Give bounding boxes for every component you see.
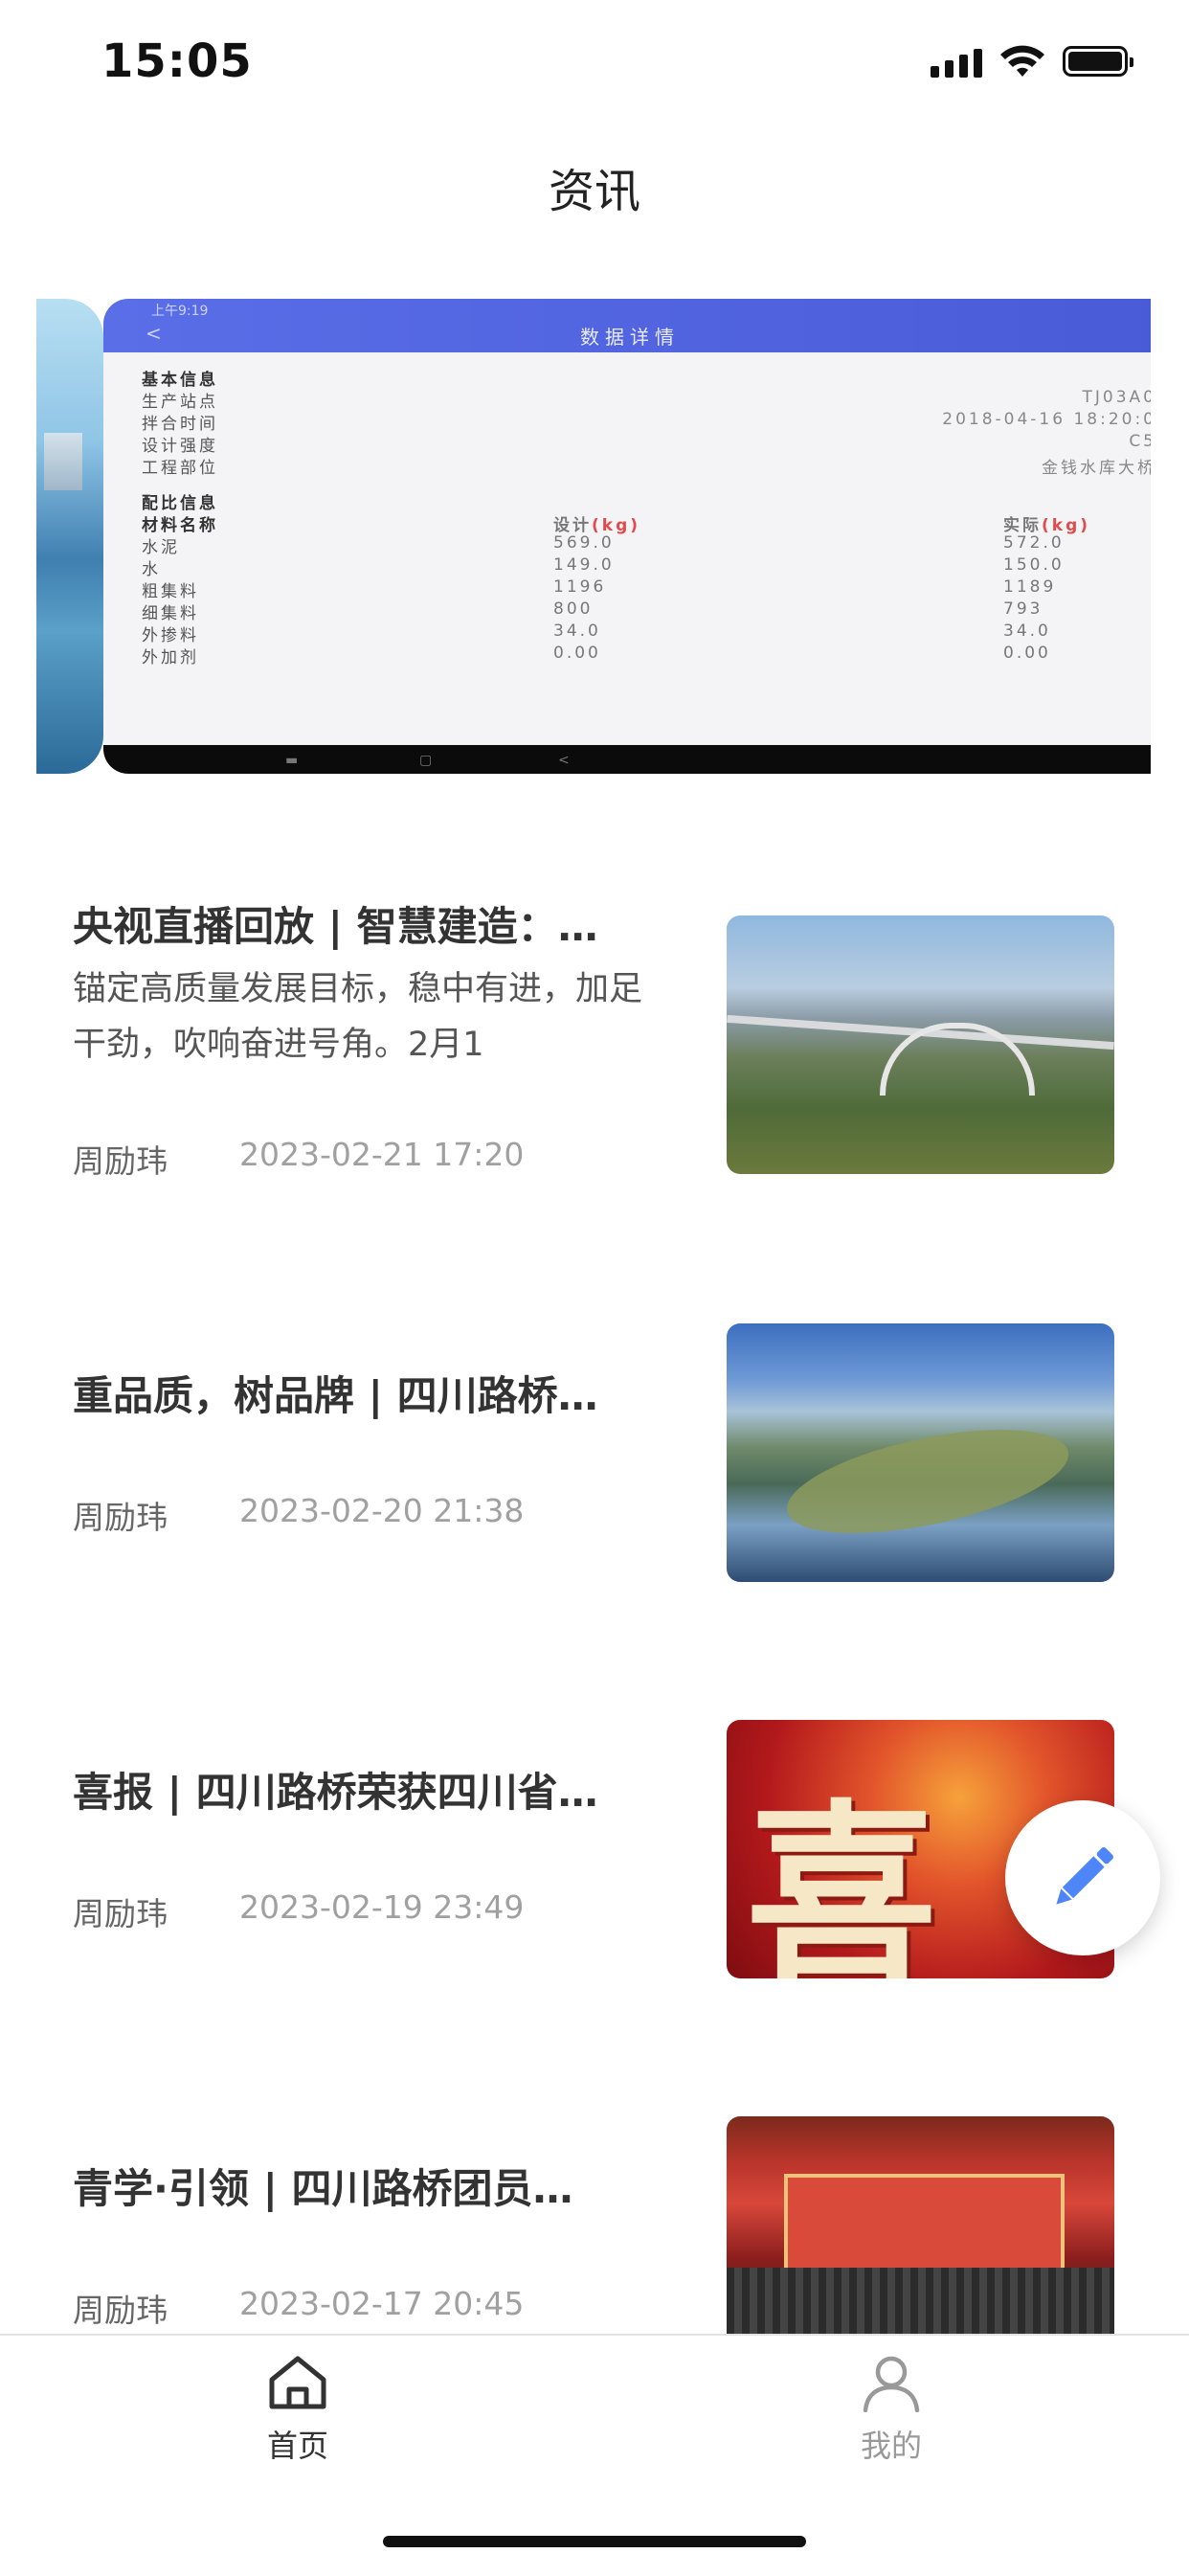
- article-thumbnail: [727, 915, 1114, 1174]
- mix-name: 水泥: [142, 538, 180, 557]
- article-author: 周励玮: [73, 2292, 168, 2329]
- nav-home-icon: ▢: [419, 753, 433, 768]
- banner-slide-current[interactable]: 上午9:19 < 数据详情 基本信息 生产站点 TJ03A0 拌合时间 2018-04…: [103, 299, 1151, 774]
- col-design: 设计(kg): [553, 516, 641, 535]
- banner-detail-body: 基本信息 生产站点 TJ03A0 拌合时间 2018-04-16 18:20:0 设计强…: [142, 366, 1151, 667]
- banner-basic-row: 工程部位 金钱水库大桥: [142, 454, 1151, 478]
- tab-home[interactable]: 首页: [202, 2353, 393, 2466]
- tab-me-label: 我的: [860, 2428, 922, 2464]
- banner-mix-col-header: 材料名称 设计(kg) 实际(kg): [142, 511, 1151, 535]
- signal-icon: [931, 45, 982, 78]
- banner-app-header: 上午9:19 < 数据详情: [103, 299, 1151, 352]
- banner-slide-previous[interactable]: [36, 299, 103, 774]
- thumbnail-text: 喜: [746, 1782, 938, 1978]
- mix-actual: 150.0: [1003, 555, 1065, 575]
- mix-design: 569.0: [553, 533, 615, 553]
- mix-actual: 34.0: [1003, 621, 1051, 641]
- banner-app-title: 数据详情: [580, 326, 680, 349]
- row-label: 生产站点: [142, 393, 218, 412]
- article-time: 2023-02-17 20:45: [239, 2285, 525, 2322]
- article-summary: 锚定高质量发展目标，稳中有进，加足干劲，吹响奋进号角。2月1: [73, 970, 643, 1064]
- mix-name: 水: [142, 560, 161, 579]
- row-value: TJ03A0: [1082, 388, 1151, 407]
- home-icon: [269, 2356, 326, 2409]
- banner-basic-row: 设计强度 C5: [142, 432, 1151, 456]
- article-list-item[interactable]: 央视直播回放 | 智慧建造：… 锚定高质量发展目标，稳中有进，加足干劲，吹响奋进…: [0, 900, 1189, 1180]
- home-indicator: [383, 2536, 806, 2547]
- status-time: 15:05: [101, 34, 253, 88]
- article-thumbnail: [727, 2116, 1114, 2335]
- nav-bar: 资讯: [0, 144, 1189, 239]
- article-title: 喜报 | 四川路桥荣获四川省…: [73, 1769, 598, 1816]
- row-value: 2018-04-16 18:20:0: [942, 410, 1151, 429]
- article-thumbnail: [727, 1323, 1114, 1582]
- row-value: 金钱水库大桥: [1042, 459, 1151, 478]
- col-name: 材料名称: [142, 516, 218, 535]
- wifi-icon: [1000, 45, 1044, 77]
- banner-mix-row: 外掺料 34.0 34.0: [142, 621, 1151, 645]
- article-author: 周励玮: [73, 1895, 168, 1932]
- mix-design: 1196: [553, 577, 607, 597]
- article-author: 周励玮: [73, 1142, 168, 1180]
- banner-mix-row: 水泥 569.0 572.0: [142, 533, 1151, 557]
- mix-name: 细集料: [142, 604, 199, 623]
- edit-fab-button[interactable]: [1005, 1800, 1160, 1955]
- article-time: 2023-02-20 21:38: [239, 1492, 525, 1529]
- tab-home-label: 首页: [266, 2428, 328, 2464]
- battery-icon: [1063, 46, 1133, 77]
- banner-mix-row: 细集料 800 793: [142, 599, 1151, 623]
- row-label: 工程部位: [142, 459, 218, 478]
- banner-section-header: 基本信息: [142, 371, 218, 390]
- mix-design: 800: [553, 599, 594, 619]
- status-icons: [931, 44, 1133, 79]
- nav-recent-icon: ▬: [285, 753, 299, 768]
- article-list-item[interactable]: 重品质，树品牌 | 四川路桥… 周励玮 2023-02-20 21:38: [0, 1323, 1189, 1647]
- mix-design: 0.00: [553, 644, 601, 663]
- article-title: 青学·引领 | 四川路桥团员…: [73, 2165, 573, 2212]
- article-time: 2023-02-19 23:49: [239, 1888, 525, 1926]
- mix-name: 外加剂: [142, 648, 199, 667]
- page-title: 资讯: [548, 165, 640, 218]
- banner-basic-row: 生产站点 TJ03A0: [142, 388, 1151, 412]
- mix-name: 粗集料: [142, 582, 199, 601]
- banner-device-nav: ▬ ▢ <: [103, 745, 1151, 774]
- banner-mix-row: 粗集料 1196 1189: [142, 577, 1151, 601]
- article-title: 央视直播回放 | 智慧建造：…: [73, 903, 598, 950]
- pencil-icon: [1056, 1847, 1113, 1905]
- row-label: 设计强度: [142, 437, 218, 456]
- article-list-item[interactable]: 青学·引领 | 四川路桥团员… 周励玮 2023-02-17 20:45: [0, 2116, 1189, 2344]
- article-author: 周励玮: [73, 1499, 168, 1536]
- banner-carousel[interactable]: 上午9:19 < 数据详情 基本信息 生产站点 TJ03A0 拌合时间 2018-04…: [36, 297, 1151, 776]
- user-icon: [863, 2356, 920, 2413]
- nav-back-icon: <: [558, 753, 570, 768]
- status-bar: 15:05: [0, 0, 1189, 134]
- banner-section-header: 配比信息: [142, 494, 218, 513]
- row-label: 拌合时间: [142, 415, 218, 434]
- banner-basic-row: 拌合时间 2018-04-16 18:20:0: [142, 410, 1151, 434]
- article-title: 重品质，树品牌 | 四川路桥…: [73, 1372, 598, 1419]
- mix-actual: 572.0: [1003, 533, 1065, 553]
- row-value: C5: [1129, 432, 1151, 451]
- mix-actual: 0.00: [1003, 644, 1051, 663]
- tab-me[interactable]: 我的: [796, 2353, 987, 2466]
- banner-status-time: 上午9:19: [151, 304, 209, 319]
- mix-actual: 1189: [1003, 577, 1057, 597]
- banner-mix-row: 外加剂 0.00 0.00: [142, 644, 1151, 667]
- banner-mix-row: 水 149.0 150.0: [142, 555, 1151, 579]
- col-actual: 实际(kg): [1003, 516, 1091, 535]
- mix-design: 34.0: [553, 621, 601, 641]
- mix-name: 外掺料: [142, 626, 199, 645]
- mix-actual: 793: [1003, 599, 1043, 619]
- article-time: 2023-02-21 17:20: [239, 1136, 525, 1173]
- mix-design: 149.0: [553, 555, 615, 575]
